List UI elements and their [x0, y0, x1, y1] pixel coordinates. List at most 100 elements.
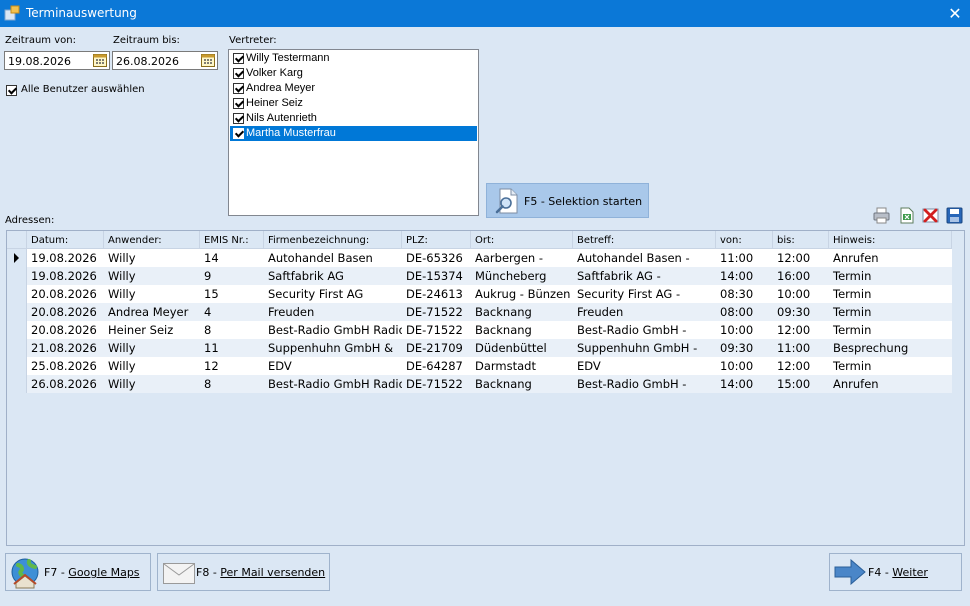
from-date-field[interactable]: 19.08.2026 [4, 51, 110, 70]
cell-von: 14:00 [716, 375, 773, 393]
grid-header: Datum: Anwender: EMIS Nr.: Firmenbezeichnun… [7, 231, 952, 249]
cell-emis-nr: 14 [200, 249, 264, 267]
to-date-field[interactable]: 26.08.2026 [112, 51, 218, 70]
column-header-emis-nr[interactable]: EMIS Nr.: [200, 231, 264, 249]
vertreter-checkbox[interactable] [233, 53, 244, 64]
table-row[interactable]: 19.08.2026 Willy 9 Saftfabrik AG DE-15374 Mün… [7, 267, 952, 285]
table-row[interactable]: 21.08.2026 Willy 11 Suppenhuhn GmbH & DE-217… [7, 339, 952, 357]
next-button[interactable]: F4 - Weiter [829, 553, 962, 591]
cell-betreff: Autohandel Basen - [573, 249, 716, 267]
cell-emis-nr: 9 [200, 267, 264, 285]
vertreter-item[interactable]: Willy Testermann [230, 51, 477, 66]
vertreter-item[interactable]: Nils Autenrieth [230, 111, 477, 126]
vertreter-item[interactable]: Volker Karg [230, 66, 477, 81]
cell-datum: 21.08.2026 [27, 339, 104, 357]
cell-ort: Aukrug - Bünzen [471, 285, 573, 303]
cell-firma: Saftfabrik AG [264, 267, 402, 285]
cell-von: 08:00 [716, 303, 773, 321]
cell-firma: Security First AG [264, 285, 402, 303]
vertreter-name: Nils Autenrieth [246, 112, 317, 124]
vertreter-checkbox[interactable] [233, 98, 244, 109]
column-header-von[interactable]: von: [716, 231, 773, 249]
cell-plz: DE-24613 [402, 285, 471, 303]
cell-plz: DE-21709 [402, 339, 471, 357]
table-row[interactable]: 26.08.2026 Willy 8 Best-Radio GmbH Radio DE-… [7, 375, 952, 393]
cell-anwender: Willy [104, 357, 200, 375]
addresses-grid[interactable]: Datum: Anwender: EMIS Nr.: Firmenbezeichnun… [6, 230, 965, 546]
cell-datum: 20.08.2026 [27, 285, 104, 303]
table-row[interactable]: 20.08.2026 Heiner Seiz 8 Best-Radio GmbH Ra… [7, 321, 952, 339]
vertreter-item-selected[interactable]: Martha Musterfrau [230, 126, 477, 141]
cell-hinweis: Besprechung [829, 339, 952, 357]
maps-key: F7 - [44, 566, 69, 579]
vertreter-item[interactable]: Andrea Meyer [230, 81, 477, 96]
cell-emis-nr: 15 [200, 285, 264, 303]
column-header-anwender[interactable]: Anwender: [104, 231, 200, 249]
vertreter-checkbox[interactable] [233, 128, 244, 139]
cell-betreff: Saftfabrik AG - [573, 267, 716, 285]
row-indicator [7, 321, 27, 339]
cell-emis-nr: 12 [200, 357, 264, 375]
column-header-bis[interactable]: bis: [773, 231, 829, 249]
cell-anwender: Willy [104, 375, 200, 393]
delete-icon[interactable] [921, 206, 940, 225]
all-users-label: Alle Benutzer auswählen [21, 84, 145, 95]
vertreter-name: Heiner Seiz [246, 97, 303, 109]
column-header-datum[interactable]: Datum: [27, 231, 104, 249]
send-mail-button[interactable]: F8 - Per Mail versenden [157, 553, 330, 591]
cell-hinweis: Anrufen [829, 249, 952, 267]
arrow-right-icon [834, 559, 866, 585]
cell-ort: Darmstadt [471, 357, 573, 375]
calendar-icon[interactable] [93, 54, 107, 67]
table-row[interactable]: 25.08.2026 Willy 12 EDV DE-64287 Darmstadt EDV… [7, 357, 952, 375]
row-indicator [7, 267, 27, 285]
google-maps-button[interactable]: F7 - Google Maps [5, 553, 151, 591]
calendar-icon[interactable] [201, 54, 215, 67]
row-indicator [7, 249, 27, 267]
cell-hinweis: Termin [829, 303, 952, 321]
mail-key: F8 - [196, 566, 221, 579]
column-header-plz[interactable]: PLZ: [402, 231, 471, 249]
cell-bis: 12:00 [773, 357, 829, 375]
vertreter-label: Vertreter: [229, 35, 277, 46]
column-header-firma[interactable]: Firmenbezeichnung: [264, 231, 402, 249]
cell-plz: DE-71522 [402, 375, 471, 393]
cell-von: 10:00 [716, 357, 773, 375]
cell-bis: 15:00 [773, 375, 829, 393]
from-date-value: 19.08.2026 [8, 55, 71, 68]
cell-datum: 25.08.2026 [27, 357, 104, 375]
save-icon[interactable] [945, 206, 964, 225]
column-header-ort[interactable]: Ort: [471, 231, 573, 249]
app-icon [4, 5, 20, 21]
printer-icon[interactable] [872, 206, 891, 225]
cell-anwender: Heiner Seiz [104, 321, 200, 339]
table-row[interactable]: 20.08.2026 Andrea Meyer 4 Freuden DE-71522 Ba… [7, 303, 952, 321]
table-row[interactable]: 19.08.2026 Willy 14 Autohandel Basen DE-6532… [7, 249, 952, 267]
close-icon[interactable]: ✕ [940, 0, 970, 27]
cell-bis: 16:00 [773, 267, 829, 285]
cell-firma: Freuden [264, 303, 402, 321]
window-title: Terminauswertung [26, 6, 137, 20]
cell-datum: 20.08.2026 [27, 321, 104, 339]
table-row[interactable]: 20.08.2026 Willy 15 Security First AG DE-246… [7, 285, 952, 303]
cell-hinweis: Termin [829, 285, 952, 303]
maps-label: Google Maps [68, 566, 140, 579]
vertreter-checkbox[interactable] [233, 83, 244, 94]
next-key: F4 - [868, 566, 893, 579]
cell-ort: Müncheberg [471, 267, 573, 285]
vertreter-list[interactable]: Willy Testermann Volker Karg Andrea Meye… [228, 49, 479, 216]
cell-betreff: Security First AG - [573, 285, 716, 303]
cell-bis: 11:00 [773, 339, 829, 357]
vertreter-checkbox[interactable] [233, 113, 244, 124]
export-icon[interactable] [897, 206, 916, 225]
all-users-checkbox[interactable] [6, 85, 17, 96]
column-header-hinweis[interactable]: Hinweis: [829, 231, 952, 249]
cell-ort: Aarbergen - [471, 249, 573, 267]
start-selection-button[interactable]: F5 - Selektion starten [486, 183, 649, 218]
cell-emis-nr: 8 [200, 375, 264, 393]
column-header-betreff[interactable]: Betreff: [573, 231, 716, 249]
vertreter-checkbox[interactable] [233, 68, 244, 79]
cell-plz: DE-15374 [402, 267, 471, 285]
vertreter-item[interactable]: Heiner Seiz [230, 96, 477, 111]
search-document-icon [495, 188, 518, 214]
